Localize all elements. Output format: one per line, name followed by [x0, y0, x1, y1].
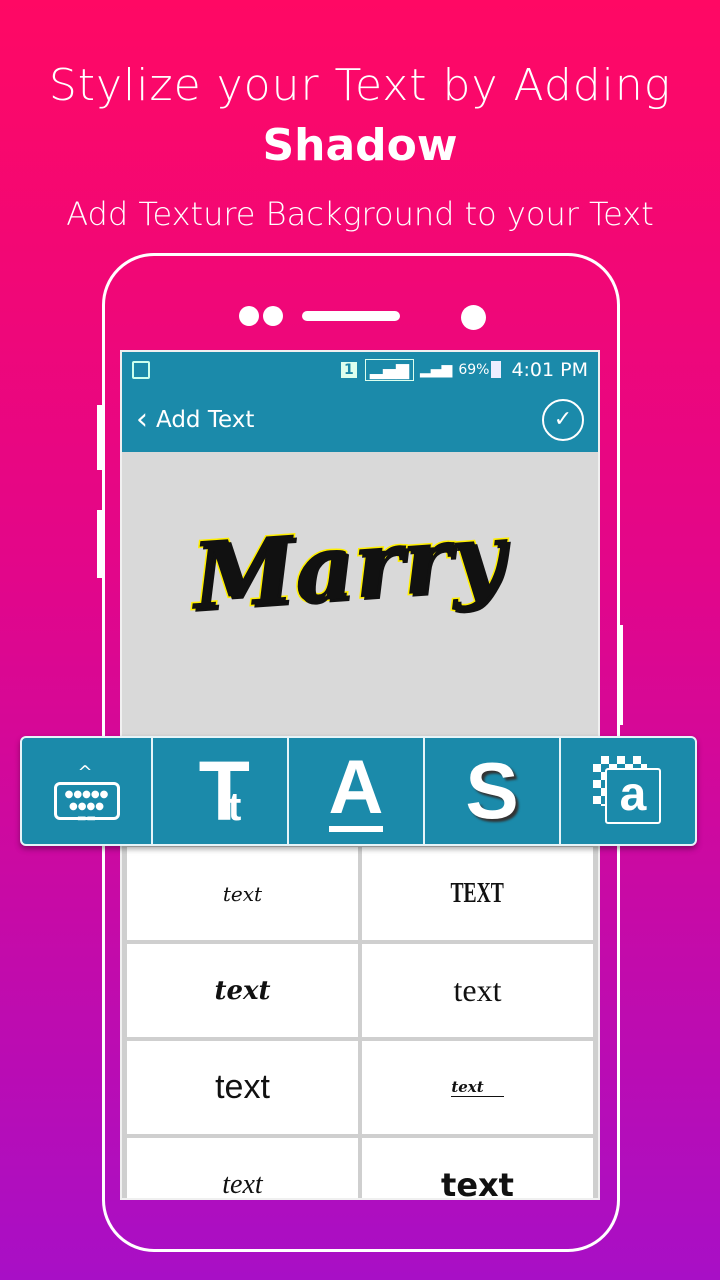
styled-text[interactable]: Marry [187, 500, 509, 632]
app-bar-title: Add Text [156, 406, 255, 433]
promo-headline-bold: Shadow [262, 120, 458, 171]
status-bar: 1 ▂▄▆ ▂▄▆ 69% 4:01 PM [122, 352, 598, 387]
font-item[interactable]: text [362, 1041, 593, 1134]
promo-headline: Stylize your Text by Adding [48, 60, 672, 111]
battery-icon [491, 361, 502, 378]
font-item[interactable]: text [127, 1138, 358, 1198]
font-item[interactable]: text [362, 1138, 593, 1198]
phone-camera [461, 305, 486, 330]
sim-icon: 1 [341, 361, 357, 378]
clock: 4:01 PM [511, 358, 588, 381]
signal-icon: ▂▄▆ [364, 358, 414, 381]
style-toolbar: ^ ●●●●● ●●●● ▬▬ Tt A S a [20, 736, 697, 846]
font-item[interactable]: text [127, 847, 358, 940]
confirm-check-icon[interactable]: ✓ [542, 398, 584, 441]
phone-side-button [617, 625, 623, 725]
phone-side-button [97, 405, 103, 470]
phone-sensor [239, 306, 259, 326]
phone-side-button [97, 510, 103, 578]
text-canvas[interactable]: Marry [122, 452, 598, 737]
text-color-icon: A [328, 745, 384, 832]
font-list: text TEXT text text text text text text [127, 847, 595, 1198]
keyboard-button[interactable]: ^ ●●●●● ●●●● ▬▬ [22, 738, 153, 844]
gallery-notification-icon [132, 360, 150, 379]
app-bar: ‹ Add Text ✓ [122, 387, 598, 452]
font-size-button[interactable]: Tt [153, 738, 289, 844]
font-item[interactable]: text [127, 1041, 358, 1134]
back-icon[interactable]: ‹ [136, 402, 148, 437]
font-item[interactable]: text [362, 944, 593, 1037]
shadow-icon: S [465, 746, 519, 835]
font-size-icon: Tt [198, 743, 250, 838]
signal-icon: ▂▄▆ [420, 361, 453, 378]
keyboard-icon: ^ ●●●●● ●●●● ▬▬ [53, 762, 120, 824]
shadow-button[interactable]: S [425, 738, 561, 844]
texture-button[interactable]: a [561, 738, 695, 844]
battery-percent: 69% [458, 361, 490, 378]
promo-subheadline: Add Texture Background to your Text [66, 195, 654, 233]
font-item[interactable]: TEXT [362, 847, 593, 940]
text-color-button[interactable]: A [289, 738, 425, 844]
font-item[interactable]: text [127, 944, 358, 1037]
phone-sensor [263, 306, 283, 326]
texture-icon: a [593, 756, 663, 826]
phone-speaker [302, 311, 400, 321]
